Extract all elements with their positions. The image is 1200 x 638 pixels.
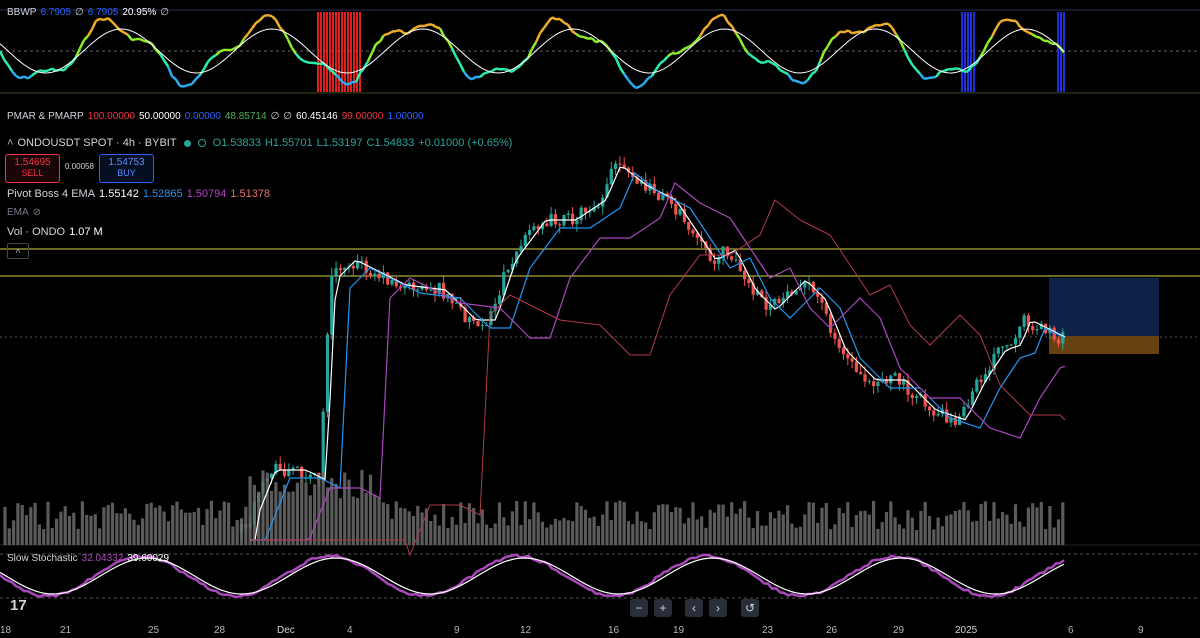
pmar-legend: PMAR & PMARP 100.00000 50.00000 0.00000 … [7,111,424,122]
vol-legend: Vol · ONDO 1.07 M [7,226,103,238]
x-axis-tick: 28 [214,625,226,636]
eye-hidden-icon[interactable]: ⊘ [33,207,41,218]
scroll-right-button[interactable]: › [709,599,727,617]
price-chart[interactable] [0,0,1200,638]
symbol-title[interactable]: ONDOUSDT SPOT · 4h · BYBIT [17,137,176,149]
x-axis-tick: 16 [608,625,620,636]
bbwp-legend: BBWP 6.7905 ∅ 6.7905 20.95% ∅ [7,7,169,18]
x-axis-tick: 21 [60,625,72,636]
collapse-legend-button[interactable]: ˄ [7,243,29,259]
scroll-left-button[interactable]: ‹ [685,599,703,617]
x-axis-tick: 9 [1138,625,1144,636]
x-axis-tick: 2025 [955,625,978,636]
sell-button[interactable]: 1.54695 SELL [5,154,60,183]
stoch-legend: Slow Stochastic 32.04332 39.60029 [7,553,170,564]
x-axis-tick: 18 [0,625,12,636]
pmar-label: PMAR & PMARP [7,111,84,122]
zoom-out-button[interactable]: − [630,599,648,617]
zoom-in-button[interactable]: + [654,599,672,617]
market-open-icon [183,139,191,147]
bbwp-label: BBWP [7,7,37,18]
x-axis-tick: 6 [1068,625,1074,636]
reset-chart-button[interactable]: ↺ [741,599,759,617]
x-axis-tick: 4 [347,625,353,636]
spread-value: 0.00058 [65,162,94,171]
tradingview-logo: 17 [10,597,27,614]
x-axis-tick: 26 [826,625,838,636]
x-axis-tick: 9 [454,625,460,636]
x-axis-tick: 23 [762,625,774,636]
x-axis-tick: 19 [673,625,685,636]
x-axis-tick: 25 [148,625,160,636]
symbol-header: ˄ ONDOUSDT SPOT · 4h · BYBIT O1.53833 H1… [7,137,513,149]
x-axis-tick: Dec [277,625,295,636]
x-axis-tick: 29 [893,625,905,636]
ema-legend: EMA ⊘ [7,207,42,218]
dot-icon [197,139,206,147]
x-axis-tick: 12 [520,625,532,636]
pivot-legend: Pivot Boss 4 EMA 1.55142 1.52865 1.50794… [7,188,271,200]
chevron-up-icon: ˄ [7,137,14,149]
buy-button[interactable]: 1.54753 BUY [99,154,154,183]
chevron-up-icon: ˄ [15,246,21,256]
